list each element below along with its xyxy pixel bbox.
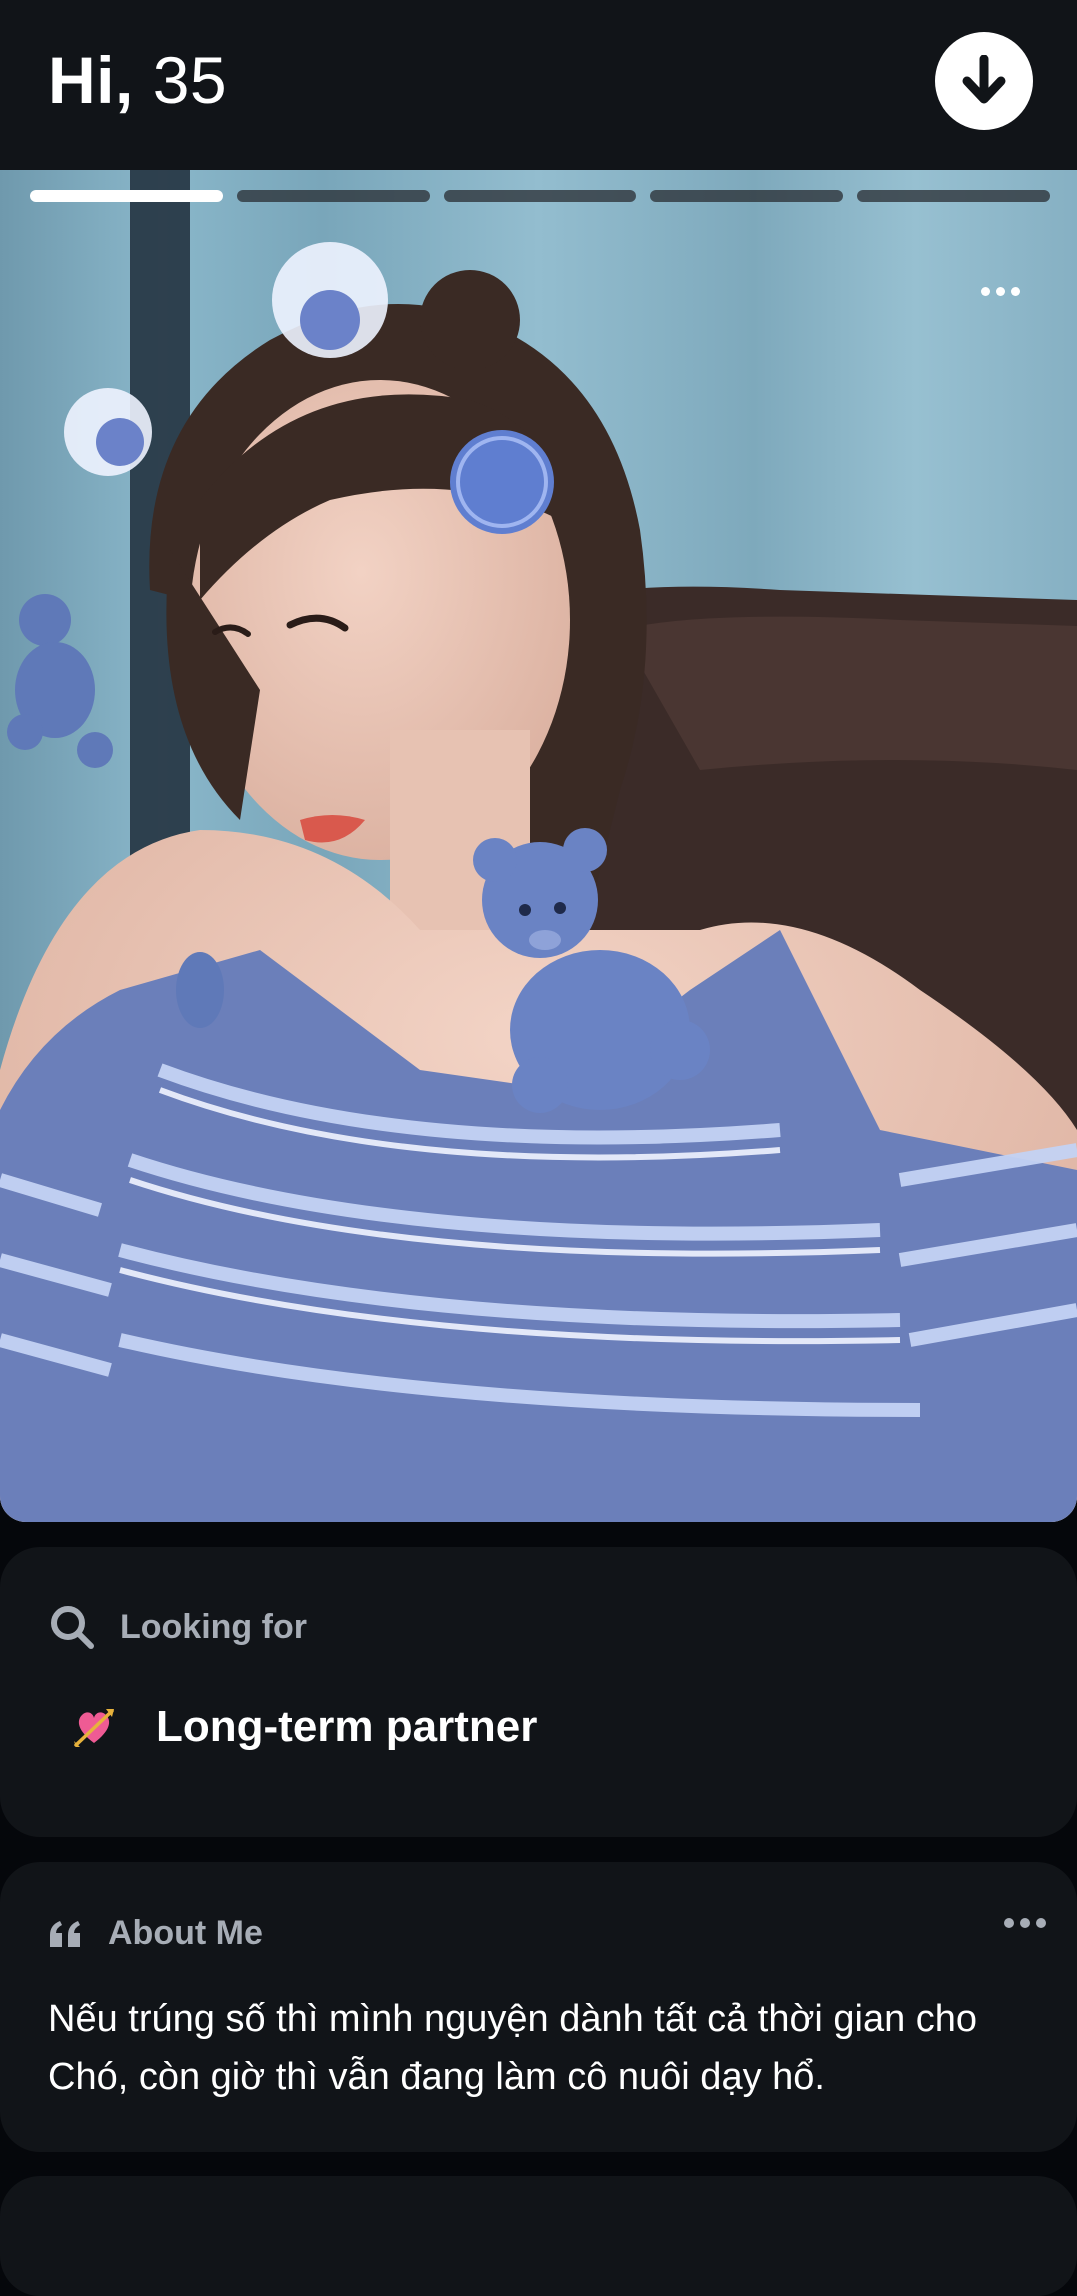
dot: [1010, 286, 1020, 296]
arrow-down-icon: [962, 55, 1006, 104]
photo-progress-segment[interactable]: [236, 190, 430, 202]
photo-progress-segment[interactable]: [650, 190, 844, 202]
photo-progress-segment[interactable]: [857, 190, 1050, 202]
heart-with-arrow-icon: [74, 1709, 114, 1747]
photo-progress-segment[interactable]: [30, 190, 223, 202]
looking-for-value: Long-term partner: [72, 1702, 537, 1752]
about-me-heading: About Me: [48, 1914, 263, 1953]
photo-progress-bar: [30, 190, 1050, 202]
looking-for-text: Long-term partner: [156, 1702, 538, 1751]
dot: [980, 286, 990, 296]
next-card: [0, 2176, 1077, 2296]
dot: [1004, 1918, 1014, 1928]
photo-progress-segment[interactable]: [443, 190, 637, 202]
dot: [1036, 1918, 1046, 1928]
about-me-text: Nếu trúng số thì mình nguyện dành tất cả…: [48, 1998, 978, 2098]
download-button[interactable]: [935, 32, 1033, 130]
quote-icon: [50, 1920, 80, 1947]
profile-photo-image: [0, 170, 1077, 1522]
greeting-title: Hi, 35: [48, 38, 227, 122]
greeting-text: Hi,: [48, 43, 134, 117]
more-horizontal-icon[interactable]: [972, 276, 1028, 306]
search-icon: [51, 1606, 94, 1649]
looking-for-card: Looking for Long-term partner: [0, 1547, 1077, 1837]
profile-photo[interactable]: [0, 170, 1077, 1522]
looking-for-label: Looking for: [120, 1607, 307, 1646]
looking-for-heading: Looking for: [48, 1603, 307, 1651]
dot: [1020, 1918, 1030, 1928]
profile-name: 35: [152, 43, 228, 117]
about-me-label: About Me: [108, 1914, 263, 1952]
about-me-card: About Me Nếu trúng số thì mình nguyện dà…: [0, 1862, 1077, 2152]
dot: [995, 286, 1005, 296]
app-header: Hi, 35: [0, 0, 1077, 170]
more-horizontal-icon[interactable]: [1004, 1918, 1046, 1928]
